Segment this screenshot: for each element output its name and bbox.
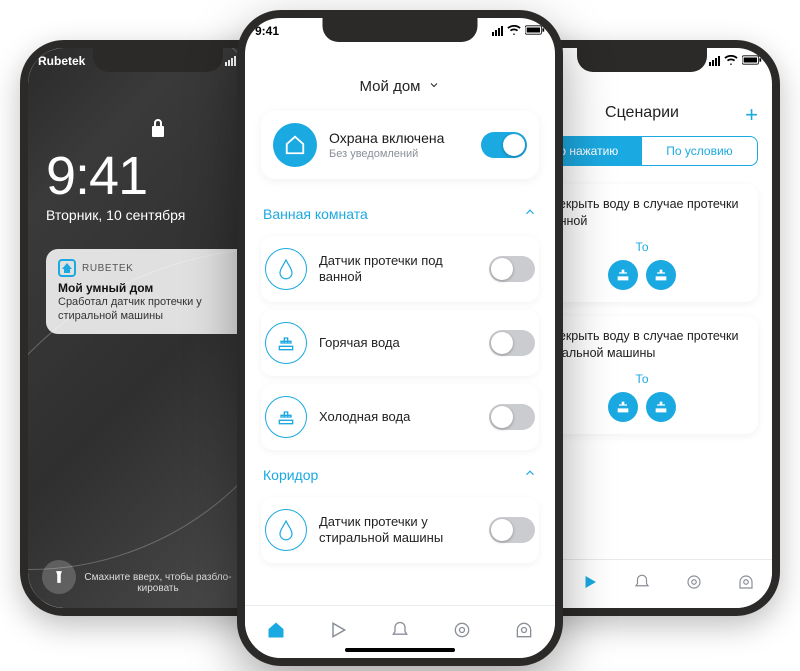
device-label: Датчик протечки у стиральной машины [319,514,477,547]
device-toggle[interactable] [489,330,535,356]
section-title: Коридор [263,467,318,483]
flashlight-button[interactable] [42,560,76,594]
device-toggle[interactable] [489,256,535,282]
chevron-up-icon [523,466,537,483]
alarm-toggle[interactable] [481,132,527,158]
wifi-icon [507,24,521,38]
section-header-corridor[interactable]: Коридор [261,458,539,489]
valve-action-icon [646,392,676,422]
notification-body: Сработал датчик протечки у стиральной ма… [58,295,258,324]
battery-icon [525,24,545,38]
wifi-icon [724,54,738,68]
segment-on-condition[interactable]: По условию [642,137,757,165]
notch [93,48,223,72]
add-scenario-button[interactable]: + [745,102,758,128]
tab-alerts[interactable] [633,573,651,596]
tab-scenarios[interactable] [328,620,348,645]
device-label: Датчик протечки под ванной [319,253,477,286]
scenario-title: Перекрыть воду в случае протечки в ванно… [536,196,748,230]
signal-icon [492,26,503,36]
section-title: Ванная комната [263,206,368,222]
device-row[interactable]: Холодная вода [261,384,539,450]
valve-action-icon [608,392,638,422]
notification-app-name: RUBETEK [82,263,133,274]
valve-icon [265,322,307,364]
status-icons [492,24,545,38]
device-row[interactable]: Горячая вода [261,310,539,376]
water-drop-icon [265,509,307,551]
device-label: Холодная вода [319,409,477,425]
status-time: 9:41 [255,24,279,38]
home-indicator[interactable] [345,648,455,652]
signal-icon [709,56,720,66]
notification-title: Мой умный дом [58,281,258,295]
home-name: Мой дом [360,78,421,95]
valve-icon [265,396,307,438]
alarm-subtitle: Без уведомлений [329,148,469,160]
notch [323,18,478,42]
tab-support[interactable] [685,573,703,596]
valve-action-icon [608,260,638,290]
scenario-then-label: То [536,372,748,386]
device-toggle[interactable] [489,517,535,543]
alarm-card[interactable]: Охрана включена Без уведомлений [261,111,539,179]
home-selector[interactable]: Мой дом [261,78,539,95]
tab-scenarios[interactable] [581,573,599,596]
tab-cameras[interactable] [514,620,534,645]
house-icon [273,123,317,167]
tab-cameras[interactable] [737,573,755,596]
device-label: Горячая вода [319,335,477,351]
status-icons [709,54,762,68]
chevron-up-icon [523,205,537,222]
device-row[interactable]: Датчик протечки под ванной [261,236,539,302]
app-badge-icon [58,259,76,277]
water-drop-icon [265,248,307,290]
scenario-then-label: То [536,240,748,254]
tab-home[interactable] [266,620,286,645]
signal-icon [225,56,236,66]
home-phone: 9:41 Мой дом Охрана включена Без уведомл… [237,10,563,666]
scenario-title: Перекрыть воду в случае протечки стираль… [536,328,748,362]
tab-alerts[interactable] [390,620,410,645]
device-toggle[interactable] [489,404,535,430]
carrier-label: Rubetek [38,54,85,68]
scenarios-title: Сценарии [605,104,679,122]
tab-support[interactable] [452,620,472,645]
chevron-down-icon [428,78,440,95]
battery-icon [742,54,762,68]
valve-action-icon [646,260,676,290]
swipe-hint: Смахните вверх, чтобы разбло­кировать [76,572,240,594]
notch [577,48,707,72]
section-header-bathroom[interactable]: Ванная комната [261,197,539,228]
device-row[interactable]: Датчик протечки у стиральной машины [261,497,539,563]
alarm-title: Охрана включена [329,130,469,146]
